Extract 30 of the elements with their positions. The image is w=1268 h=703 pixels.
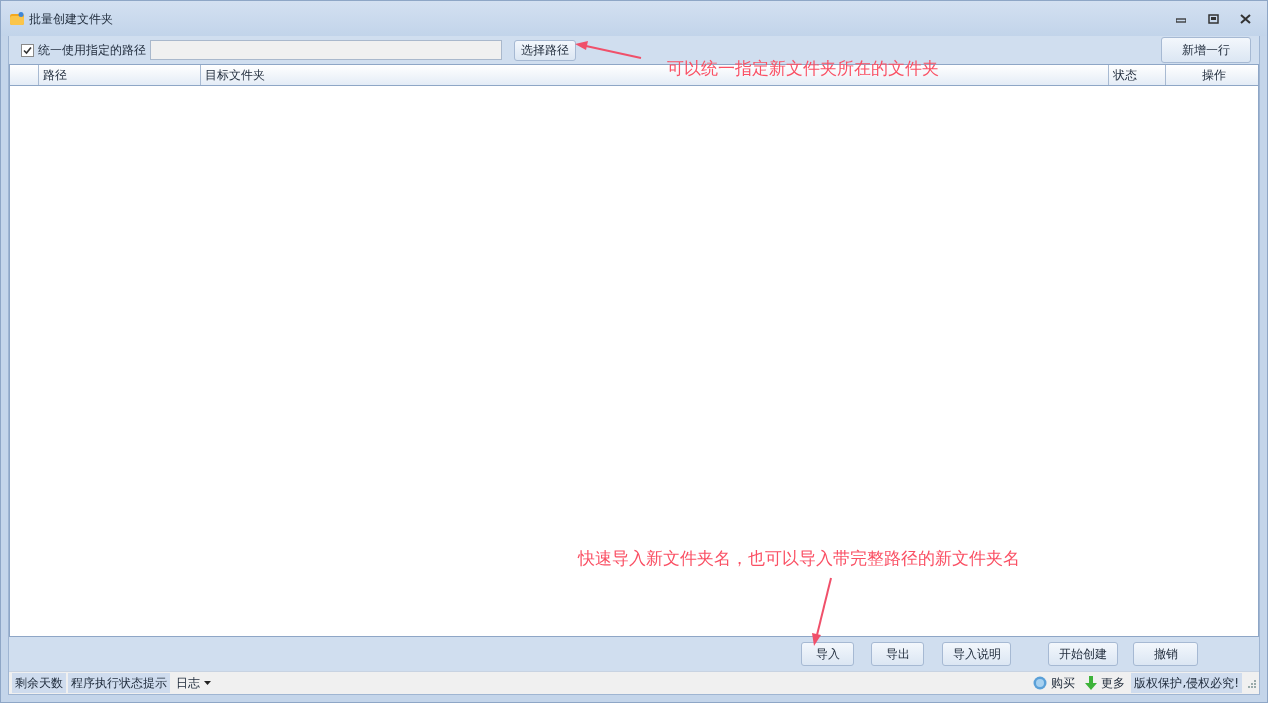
badge-icon [1033,676,1048,690]
copyright-text: 版权保护,侵权必究! [1131,673,1242,693]
add-row-button[interactable]: 新增一行 [1161,37,1251,63]
status-text: 程序执行状态提示 [68,673,170,693]
status-text: 剩余天数 [12,673,66,693]
annotation-arrow [812,577,832,646]
column-header: 状态 [1109,65,1166,85]
window-title: 批量创建文件夹 [29,10,113,28]
download-arrow-icon [1085,676,1098,690]
checkbox[interactable] [21,43,34,57]
folder-icon [9,10,25,27]
action-button[interactable]: 撤销 [1133,642,1198,666]
action-button[interactable]: 开始创建 [1048,642,1118,666]
choose-path-button[interactable]: 选择路径 [514,39,576,61]
resize-grip-icon [1247,678,1256,688]
path-field[interactable] [150,40,502,60]
action-button[interactable]: 导入说明 [942,642,1011,666]
column-header: 路径 [39,65,201,85]
checkbox-label: 统一使用指定的路径 [38,42,146,59]
buy-link[interactable]: 购买 [1033,674,1076,692]
annotation-text: 快速导入新文件夹名，也可以导入带完整路径的新文件夹名 [578,547,1020,570]
column-header: 操作 [1201,67,1227,84]
maximize-icon [1207,13,1219,24]
caret-icon [204,681,211,685]
action-button[interactable]: 导出 [871,642,924,666]
close-icon [1239,13,1251,24]
annotation-arrow [575,41,642,59]
log-menu[interactable]: 日志 [176,674,211,692]
action-button[interactable]: 导入 [801,642,854,666]
more-link[interactable]: 更多 [1085,674,1126,692]
